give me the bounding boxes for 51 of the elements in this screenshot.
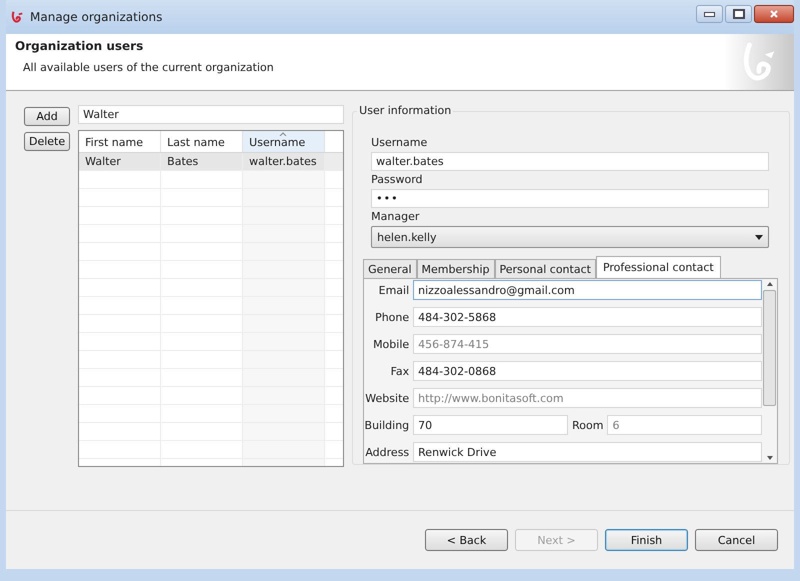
page-subtitle: All available users of the current organization bbox=[23, 61, 275, 74]
maximize-button[interactable] bbox=[725, 5, 752, 23]
wizard-button[interactable]: Finish bbox=[605, 529, 688, 551]
tab[interactable]: Professional contact bbox=[596, 256, 721, 278]
text-field[interactable]: 70 bbox=[413, 415, 568, 435]
field-label: Username bbox=[371, 136, 428, 149]
page-title: Organization users bbox=[15, 39, 144, 53]
field-label: Manager bbox=[371, 210, 420, 223]
table-cell: Walter bbox=[79, 153, 162, 170]
group-title: User information bbox=[357, 104, 454, 117]
manager-dropdown[interactable]: helen.kelly bbox=[371, 226, 770, 248]
tab[interactable]: Membership bbox=[416, 259, 495, 278]
list-action-button[interactable]: Add bbox=[24, 107, 70, 126]
text-field[interactable]: 456-874-415 bbox=[413, 334, 762, 354]
field-label: Password bbox=[371, 173, 424, 186]
app-logo-icon bbox=[10, 10, 24, 24]
window-title: Manage organizations bbox=[30, 10, 164, 24]
password-field[interactable]: ••• bbox=[371, 189, 770, 208]
text-field[interactable]: Renwick Drive bbox=[413, 442, 762, 462]
scroll-up-arrow-icon[interactable] bbox=[766, 282, 773, 286]
text-field[interactable]: 484-302-5868 bbox=[413, 307, 762, 327]
caret-icon bbox=[755, 234, 764, 240]
tab[interactable]: General bbox=[363, 259, 417, 278]
scroll-down-arrow-icon[interactable] bbox=[766, 456, 773, 460]
field-label: Email bbox=[378, 284, 410, 296]
text-field[interactable]: http://www.bonitasoft.com bbox=[413, 388, 762, 408]
close-icon bbox=[769, 9, 779, 19]
field-label: Website bbox=[364, 392, 410, 404]
wizard-button[interactable]: < Back bbox=[425, 529, 508, 551]
field-label: Mobile bbox=[372, 338, 410, 350]
table-cell: Bates bbox=[161, 153, 244, 170]
field-label: Room bbox=[572, 418, 604, 432]
field-label: Phone bbox=[374, 310, 410, 324]
field-label: Building bbox=[364, 418, 410, 432]
text-field[interactable]: 6 bbox=[607, 415, 762, 435]
text-field[interactable]: 484-302-0868 bbox=[413, 361, 762, 381]
filter-field[interactable]: Walter bbox=[78, 105, 344, 124]
field-label: Fax bbox=[390, 364, 410, 378]
minimize-button[interactable] bbox=[696, 5, 723, 23]
username-field[interactable]: walter.bates bbox=[371, 152, 770, 171]
list-action-button[interactable]: Delete bbox=[24, 132, 70, 151]
table-row[interactable]: Walter Bates walter.bates bbox=[79, 153, 344, 171]
field-label: Address bbox=[364, 446, 410, 458]
column-header[interactable]: Username bbox=[243, 131, 326, 152]
close-button[interactable] bbox=[754, 5, 794, 23]
text-field[interactable]: nizzoalessandro@gmail.com bbox=[413, 280, 762, 300]
table-cell: walter.bates bbox=[243, 153, 326, 170]
column-header[interactable]: First name bbox=[79, 131, 162, 152]
scroll-thumb[interactable] bbox=[763, 290, 776, 406]
wizard-button[interactable]: Cancel bbox=[695, 529, 778, 551]
tab[interactable]: Personal contact bbox=[494, 259, 596, 278]
